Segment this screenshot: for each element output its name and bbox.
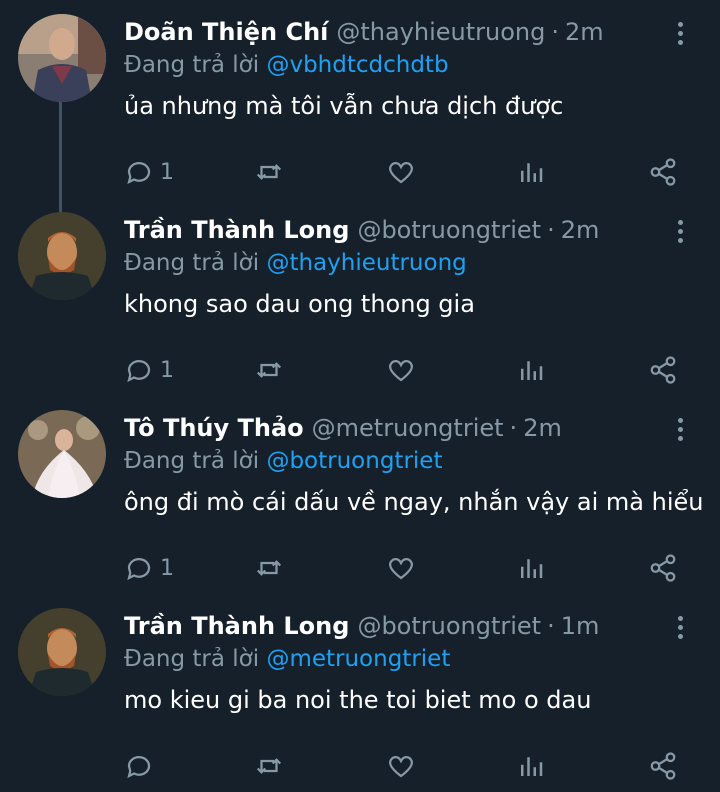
more-options-icon[interactable] [668, 612, 692, 642]
retweet-icon [256, 362, 282, 378]
retweet-icon [256, 758, 282, 774]
tweet-header: Doãn Thiện Chí @thayhieutruong · 2m [124, 18, 700, 52]
tweet[interactable]: Trần Thành Long @botruongtriet · 2m Đang… [0, 198, 720, 396]
retweet-button[interactable] [254, 746, 284, 786]
replying-to: Đang trả lời @thayhieutruong [124, 250, 700, 284]
reply-button[interactable]: 1 [124, 152, 174, 192]
tweet-text: ủa nhưng mà tôi vẫn chưa dịch được [124, 92, 564, 120]
heart-icon [388, 359, 414, 382]
timestamp[interactable]: 2m [561, 216, 600, 244]
analytics-icon [521, 559, 543, 578]
replying-to-label: Đang trả lời [124, 250, 260, 276]
retweet-icon [256, 164, 282, 180]
analytics-button[interactable] [516, 548, 546, 588]
timestamp[interactable]: 2m [565, 18, 604, 46]
like-button[interactable] [386, 548, 416, 588]
replying-to: Đang trả lời @botruongtriet [124, 448, 700, 482]
timestamp[interactable]: 2m [523, 414, 562, 442]
tweet-header: Tô Thúy Thảo @metruongtriet · 2m [124, 414, 700, 448]
separator-dot: · [509, 414, 518, 442]
replying-to-label: Đang trả lời [124, 646, 260, 672]
reply-count: 1 [160, 159, 174, 185]
retweet-button[interactable] [254, 350, 284, 390]
analytics-icon [521, 757, 543, 776]
user-handle[interactable]: @metruongtriet [312, 414, 504, 442]
analytics-button[interactable] [516, 152, 546, 192]
more-options-icon[interactable] [668, 216, 692, 246]
tweet[interactable]: Doãn Thiện Chí @thayhieutruong · 2m Đang… [0, 0, 720, 198]
display-name[interactable]: Trần Thành Long [124, 612, 349, 640]
share-icon [650, 752, 676, 780]
reply-icon [127, 360, 151, 383]
more-options-icon[interactable] [668, 414, 692, 444]
share-button[interactable] [648, 548, 678, 588]
reply-button[interactable]: 1 [124, 548, 174, 588]
retweet-button[interactable] [254, 152, 284, 192]
separator-dot: · [547, 216, 555, 244]
like-button[interactable] [386, 350, 416, 390]
reply-icon [127, 162, 151, 185]
avatar[interactable] [18, 14, 106, 102]
display-name[interactable]: Trần Thành Long [124, 216, 349, 244]
tweet-text: ông đi mò cái dấu về ngay, nhắn vậy ai m… [124, 488, 704, 516]
reply-count: 1 [160, 555, 174, 581]
timestamp[interactable]: 1m [561, 612, 600, 640]
separator-dot: · [547, 612, 555, 640]
reply-thread: Doãn Thiện Chí @thayhieutruong · 2m Đang… [0, 0, 720, 788]
share-button[interactable] [648, 350, 678, 390]
tweet-text: mo kieu gi ba noi the toi biet mo o dau [124, 686, 592, 714]
mention-link[interactable]: @metruongtriet [266, 646, 450, 672]
share-icon [650, 158, 676, 186]
replying-to: Đang trả lời @metruongtriet [124, 646, 700, 680]
heart-icon [388, 557, 414, 580]
display-name[interactable]: Doãn Thiện Chí [124, 18, 328, 46]
retweet-icon [256, 560, 282, 576]
mention-link[interactable]: @vbhdtcdchdtb [266, 52, 448, 78]
mention-link[interactable]: @botruongtriet [266, 448, 442, 474]
more-options-icon[interactable] [668, 18, 692, 48]
reply-icon [127, 558, 151, 581]
avatar[interactable] [18, 608, 106, 696]
replying-to-label: Đang trả lời [124, 52, 260, 78]
analytics-icon [521, 361, 543, 380]
analytics-button[interactable] [516, 746, 546, 786]
tweet[interactable]: Trần Thành Long @botruongtriet · 1m Đang… [0, 594, 720, 792]
avatar[interactable] [18, 410, 106, 498]
heart-icon [388, 161, 414, 184]
reply-count: 1 [160, 357, 174, 383]
mention-link[interactable]: @thayhieutruong [266, 250, 466, 276]
like-button[interactable] [386, 152, 416, 192]
tweet-actions: 1 [124, 350, 684, 390]
tweet-actions: 1 [124, 152, 684, 192]
separator-dot: · [551, 18, 560, 46]
reply-icon [127, 756, 151, 779]
user-handle[interactable]: @botruongtriet [357, 216, 541, 244]
tweet[interactable]: Tô Thúy Thảo @metruongtriet · 2m Đang tr… [0, 396, 720, 594]
user-handle[interactable]: @thayhieutruong [336, 18, 545, 46]
tweet-header: Trần Thành Long @botruongtriet · 1m [124, 612, 700, 646]
heart-icon [388, 755, 414, 778]
share-icon [650, 356, 676, 384]
like-button[interactable] [386, 746, 416, 786]
retweet-button[interactable] [254, 548, 284, 588]
analytics-button[interactable] [516, 350, 546, 390]
user-handle[interactable]: @botruongtriet [357, 612, 541, 640]
avatar[interactable] [18, 212, 106, 300]
reply-button[interactable]: 1 [124, 350, 174, 390]
share-button[interactable] [648, 746, 678, 786]
tweet-actions: 1 [124, 548, 684, 588]
display-name[interactable]: Tô Thúy Thảo [124, 414, 304, 442]
share-button[interactable] [648, 152, 678, 192]
replying-to-label: Đang trả lời [124, 448, 260, 474]
replying-to: Đang trả lời @vbhdtcdchdtb [124, 52, 700, 86]
share-icon [650, 554, 676, 582]
tweet-header: Trần Thành Long @botruongtriet · 2m [124, 216, 700, 250]
tweet-text: khong sao dau ong thong gia [124, 290, 475, 318]
analytics-icon [521, 163, 543, 182]
tweet-actions [124, 746, 684, 786]
reply-button[interactable] [124, 746, 160, 786]
